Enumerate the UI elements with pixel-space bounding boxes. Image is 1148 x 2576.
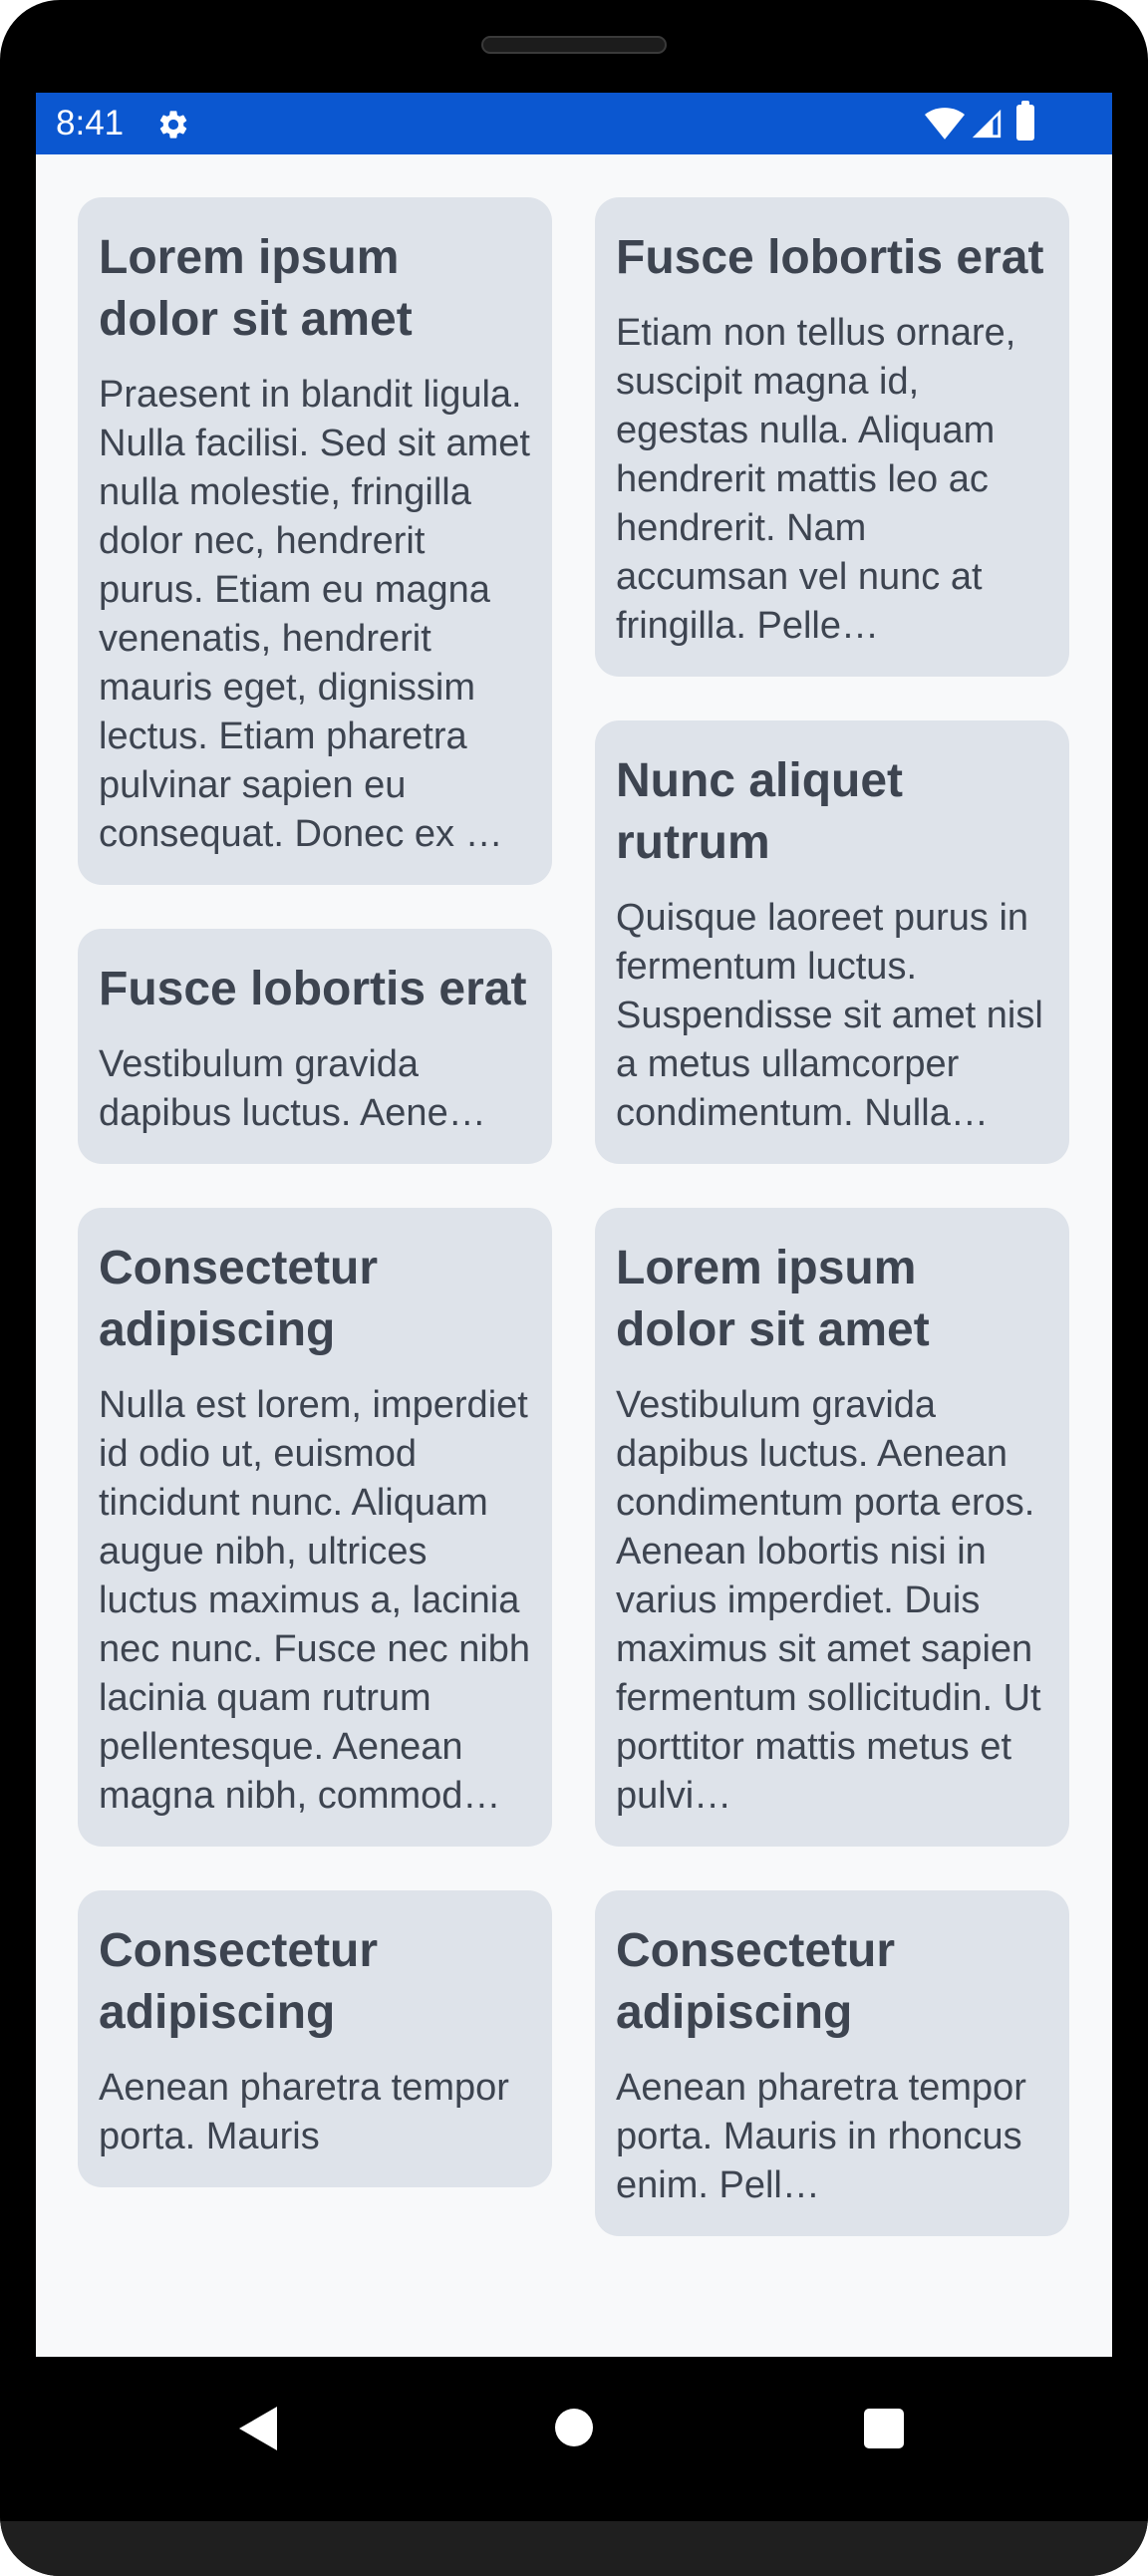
status-bar: 8:41: [36, 93, 1112, 154]
card-title: Lorem ipsum dolor sit amet: [99, 231, 413, 346]
device-bottom-edge: [0, 2521, 1148, 2576]
screen: 8:41 Lorem ipsum dolor sit amet Praesent…: [36, 93, 1112, 2357]
device-frame: 8:41 Lorem ipsum dolor sit amet Praesent…: [0, 0, 1148, 2576]
card-title: Lorem ipsum dolor sit amet: [616, 1242, 930, 1356]
card[interactable]: Fusce lobortis erat Vestibulum gravida d…: [78, 929, 552, 1164]
card-body: Vestibulum gravida dapibus luctus. Aene…: [99, 1043, 486, 1134]
gear-icon: [159, 111, 187, 139]
card-title: Nunc aliquet rutrum: [616, 754, 904, 869]
card[interactable]: Consectetur adipiscing Aenean pharetra t…: [78, 1890, 552, 2187]
card[interactable]: Consectetur adipiscing Aenean pharetra t…: [595, 1890, 1069, 2236]
card-body: Praesent in blandit ligula. Nulla facili…: [99, 374, 530, 855]
speaker-grille: [481, 36, 667, 54]
card[interactable]: Lorem ipsum dolor sit amet Vestibulum gr…: [595, 1208, 1069, 1847]
card[interactable]: Nunc aliquet rutrum Quisque laoreet puru…: [595, 720, 1069, 1164]
recents-icon[interactable]: [864, 2409, 904, 2448]
card[interactable]: Fusce lobortis erat Etiam non tellus orn…: [595, 197, 1069, 677]
navigation-bar: [0, 2357, 1148, 2521]
card-body: Quisque laoreet purus in fermentum luctu…: [616, 897, 1043, 1134]
battery-icon: [1016, 101, 1034, 141]
card-body: Aenean pharetra tempor porta. Mauris in …: [616, 2067, 1026, 2206]
card-title: Consectetur adipiscing: [99, 1242, 379, 1356]
back-icon[interactable]: [239, 2407, 277, 2450]
status-time: 8:41: [56, 104, 125, 143]
card-title: Fusce lobortis erat: [99, 963, 527, 1015]
card-title: Fusce lobortis erat: [616, 231, 1044, 284]
card-body: Etiam non tellus ornare, suscipit magna …: [616, 312, 1016, 647]
card-title: Consectetur adipiscing: [99, 1924, 379, 2039]
left-column: Lorem ipsum dolor sit amet Praesent in b…: [78, 197, 552, 2231]
card[interactable]: Lorem ipsum dolor sit amet Praesent in b…: [78, 197, 552, 885]
card-body: Vestibulum gravida dapibus luctus. Aenea…: [616, 1384, 1041, 1817]
card-title: Consectetur adipiscing: [616, 1924, 896, 2039]
card[interactable]: Consectetur adipiscing Nulla est lorem, …: [78, 1208, 552, 1847]
right-column: Fusce lobortis erat Etiam non tellus orn…: [595, 197, 1069, 2280]
wifi-icon: [925, 108, 965, 140]
card-body: Nulla est lorem, imperdiet id odio ut, e…: [99, 1384, 531, 1817]
card-body: Aenean pharetra tempor porta. Mauris: [99, 2067, 509, 2157]
cell-signal-icon: [972, 109, 1002, 139]
home-icon[interactable]: [555, 2409, 593, 2446]
